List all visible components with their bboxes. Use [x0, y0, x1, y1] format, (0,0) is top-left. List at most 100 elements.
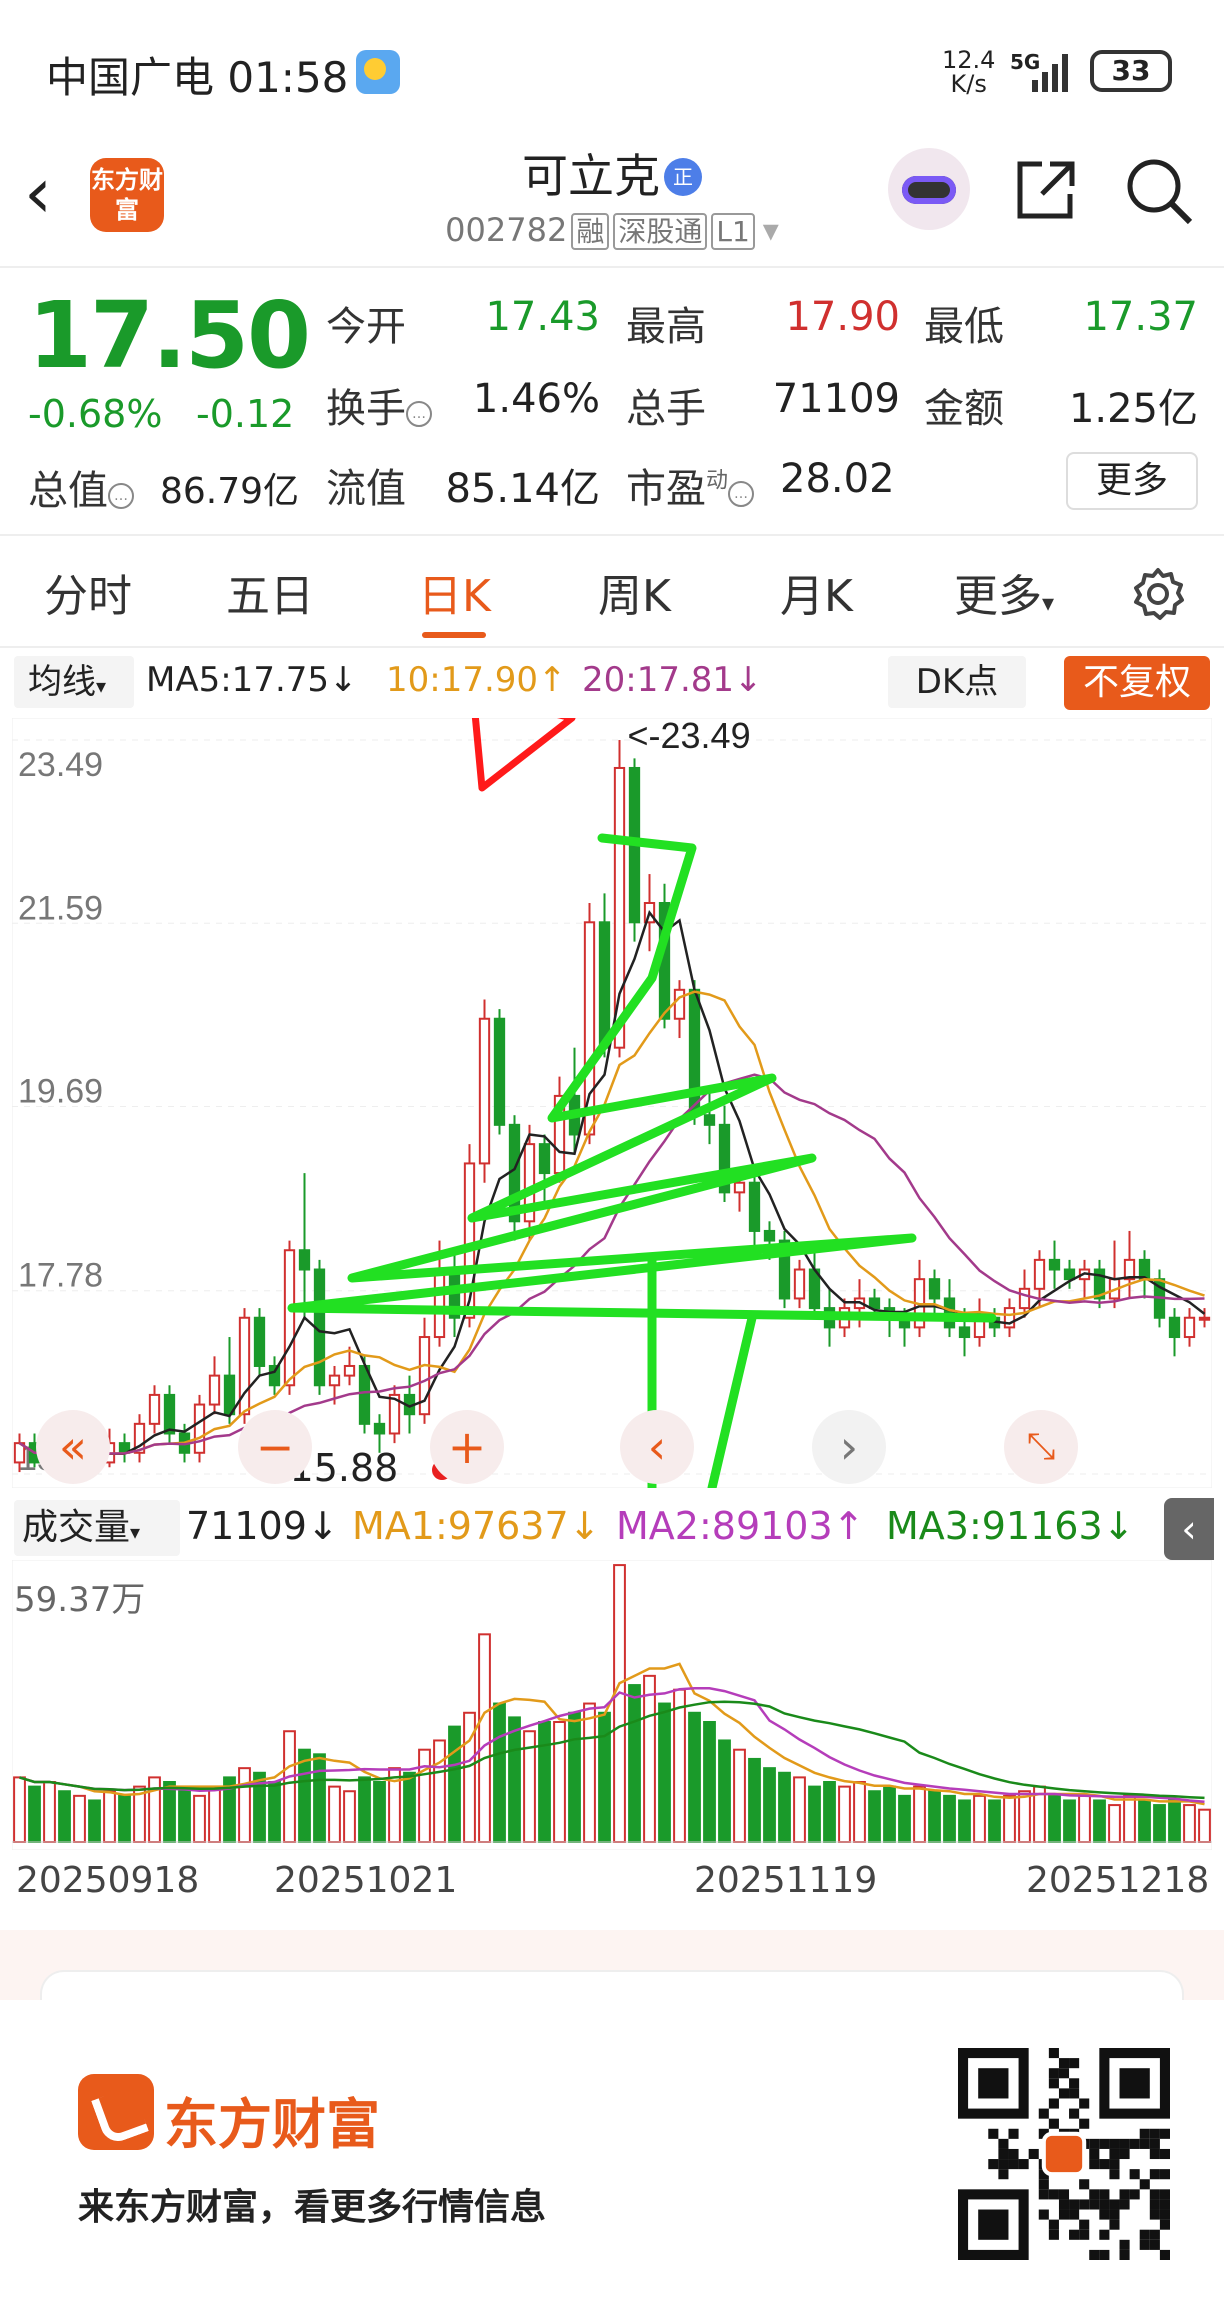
tab-intraday[interactable]: 分时: [44, 560, 132, 624]
candle-body: [1033, 1258, 1046, 1290]
dk-point-button[interactable]: DK点: [888, 656, 1026, 708]
qr-module: [1048, 2118, 1059, 2129]
candle-body: [868, 1297, 881, 1310]
fullscreen-icon[interactable]: ⤡: [1004, 1410, 1078, 1484]
prev-button[interactable]: ‹: [620, 1410, 694, 1484]
volume-bar: [1153, 1804, 1166, 1843]
qr-module: [1079, 2229, 1090, 2240]
pe-value: 28.02: [780, 456, 895, 502]
zoom-out-button[interactable]: −: [238, 1410, 312, 1484]
search-icon[interactable]: [1124, 156, 1194, 226]
qr-module: [1119, 2138, 1130, 2149]
volume-current: 71109↓: [186, 1504, 339, 1548]
volume-bar: [313, 1753, 326, 1844]
tab-monthly-k[interactable]: 月K: [780, 560, 853, 624]
volume-bar: [238, 1767, 251, 1843]
qr-module: [1109, 2159, 1120, 2170]
volume-bar: [943, 1794, 956, 1843]
tab-five-day[interactable]: 五日: [226, 560, 314, 624]
footer-slogan: 来东方财富，看更多行情信息: [78, 2187, 547, 2228]
candle-body: [1168, 1316, 1181, 1339]
volume-bar: [1093, 1799, 1106, 1843]
more-button[interactable]: 更多: [1066, 452, 1198, 510]
chevron-down-icon: ▾: [762, 211, 779, 249]
info-icon[interactable]: …: [728, 481, 755, 507]
qr-module: [1048, 2229, 1059, 2240]
brand-logo-icon: [78, 2074, 154, 2150]
y-tick-label: 21.59: [18, 889, 103, 927]
collapse-icon[interactable]: ‹: [1164, 1498, 1214, 1560]
candlestick-chart[interactable]: 23.4921.5919.6917.7815.88<-23.49: [12, 718, 1212, 1488]
qr-module: [1079, 2199, 1090, 2210]
pe-sup: 动: [706, 468, 729, 494]
ma20-value: 20:17.81↓: [582, 660, 763, 700]
volume-indicator-select[interactable]: 成交量▾: [14, 1500, 180, 1556]
share-icon[interactable]: [1012, 158, 1078, 224]
volume-bar: [778, 1771, 791, 1843]
qr-module: [1159, 2199, 1170, 2210]
volume-bar: [13, 1776, 26, 1843]
candle-body: [358, 1364, 371, 1425]
next-button[interactable]: ›: [812, 1410, 886, 1484]
volume-bar: [913, 1785, 926, 1844]
volume-bar: [883, 1785, 896, 1844]
info-icon[interactable]: …: [406, 401, 432, 427]
qr-module: [1129, 2189, 1140, 2200]
qr-module: [1058, 2209, 1070, 2220]
candle-body: [268, 1364, 281, 1387]
qr-module: [1129, 2169, 1140, 2180]
adjust-button[interactable]: 不复权: [1064, 656, 1210, 710]
qr-module: [1099, 2189, 1110, 2200]
volume-frame: [12, 1560, 1212, 1850]
assistant-robot-icon[interactable]: [888, 148, 970, 230]
qr-code[interactable]: [958, 2048, 1170, 2260]
candle-body: [373, 1422, 386, 1435]
volume-bar: [208, 1785, 221, 1844]
qr-module: [1048, 2048, 1059, 2059]
high-value: 17.90: [785, 294, 900, 340]
high-label: 最高: [626, 304, 706, 350]
qr-module: [1139, 2128, 1150, 2139]
volume-bar: [328, 1785, 341, 1844]
qr-module: [1058, 2199, 1070, 2210]
volume-bar: [928, 1790, 941, 1843]
info-icon[interactable]: …: [108, 483, 134, 509]
qr-module: [1119, 2249, 1130, 2260]
qr-module: [998, 2148, 1009, 2160]
volume-bar: [793, 1776, 806, 1843]
qr-module: [1149, 2169, 1160, 2180]
low-label: 最低: [924, 304, 1004, 350]
volume-bar: [163, 1781, 176, 1844]
qr-module: [998, 2159, 1009, 2170]
qr-module: [1069, 2058, 1080, 2069]
volume-bar: [628, 1684, 641, 1843]
tab-daily-k[interactable]: 日K: [418, 560, 491, 624]
qr-module: [1109, 2199, 1120, 2210]
tab-more[interactable]: 更多▾: [954, 560, 1054, 624]
qr-module: [1089, 2199, 1100, 2210]
low-value: 17.37: [1083, 294, 1198, 340]
candle-body: [748, 1181, 761, 1232]
footer-brand: 东方财富: [164, 2093, 380, 2156]
zoom-in-button[interactable]: +: [430, 1410, 504, 1484]
volume-bar: [268, 1781, 281, 1844]
qr-module: [1048, 2098, 1059, 2109]
volume-bar: [898, 1794, 911, 1843]
qr-module: [1048, 2078, 1059, 2089]
scroll-left-icon[interactable]: «: [36, 1410, 110, 1484]
qr-module: [1109, 2169, 1120, 2180]
volume-chart[interactable]: [12, 1560, 1212, 1850]
volume-bar: [118, 1794, 131, 1843]
qr-module: [1058, 2058, 1070, 2069]
tab-weekly-k[interactable]: 周K: [598, 560, 671, 624]
volume-bar: [298, 1748, 311, 1844]
volume-bar: [703, 1721, 716, 1844]
total-cap-value: 86.79亿: [160, 471, 300, 512]
indicator-select[interactable]: 均线▾: [14, 656, 134, 708]
battery-icon: 33: [1090, 50, 1172, 92]
qr-module: [1069, 2229, 1080, 2240]
qr-module: [1008, 2159, 1019, 2170]
volume-value: 71109: [772, 376, 900, 422]
gear-icon[interactable]: [1128, 564, 1188, 624]
qr-module: [1038, 2179, 1049, 2190]
